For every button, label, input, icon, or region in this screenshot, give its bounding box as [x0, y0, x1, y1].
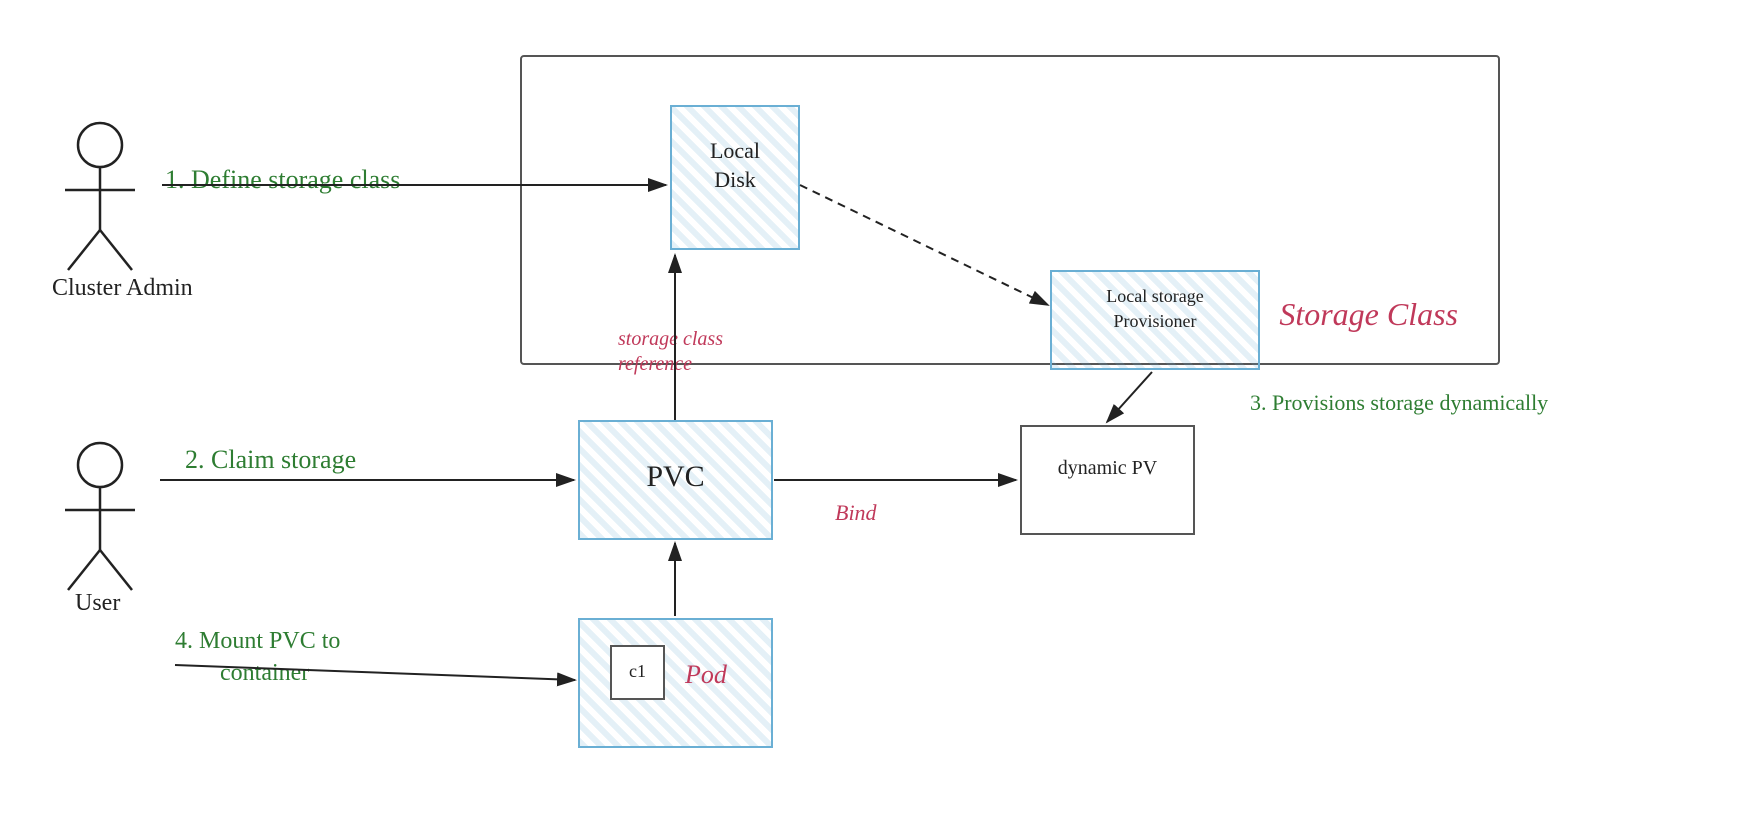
user-label: User — [75, 590, 120, 617]
storage-class-ref-line1: storage class — [618, 328, 723, 351]
cluster-admin-label: Cluster Admin — [52, 275, 193, 302]
pod-label: Pod — [685, 660, 727, 690]
provisioner-box: Local storage Provisioner — [1050, 270, 1260, 370]
pod-inner-box: c1 — [610, 645, 665, 700]
pvc-text: PVC — [580, 460, 771, 494]
step1-label: 1. Define storage class — [165, 165, 400, 195]
pod-outer-box — [578, 618, 773, 748]
dynamic-pv-box: dynamic PV — [1020, 425, 1195, 535]
diagram: Storage Class Local Disk Local storage P… — [0, 0, 1760, 828]
step2-label: 2. Claim storage — [185, 445, 356, 475]
storage-class-label: Storage Class — [1279, 296, 1458, 333]
pod-inner-text: c1 — [612, 661, 663, 682]
pvc-box: PVC — [578, 420, 773, 540]
step3-label: 3. Provisions storage dynamically — [1250, 390, 1548, 416]
storage-class-box: Storage Class — [520, 55, 1500, 365]
local-disk-text: Local Disk — [672, 137, 798, 194]
dynamic-pv-text: dynamic PV — [1022, 457, 1193, 480]
step4-line2-label: container — [220, 660, 309, 687]
local-disk-box: Local Disk — [670, 105, 800, 250]
provisioner-text: Local storage Provisioner — [1052, 284, 1258, 334]
bind-label: Bind — [835, 500, 877, 526]
storage-class-ref-line2: reference — [618, 353, 692, 376]
step4-line1-label: 4. Mount PVC to — [175, 628, 340, 655]
